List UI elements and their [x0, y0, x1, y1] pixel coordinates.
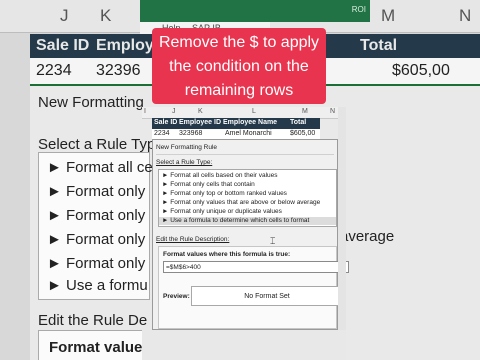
bg-rule-item: ► Format only: [47, 231, 146, 248]
callout-line: Remove the $ to apply: [158, 34, 320, 51]
bg-col-j: J: [60, 6, 69, 25]
bg-hdr-total: Total: [360, 37, 398, 54]
preview-label: Preview:: [163, 293, 190, 300]
cell-sale-id[interactable]: 2234: [154, 130, 170, 137]
bg-rule-item: ► Format all ce: [47, 159, 153, 176]
callout-line: the condition on the: [169, 58, 309, 75]
bg-col-n: N: [459, 6, 472, 25]
instruction-callout: Remove the $ to apply the condition on t…: [152, 28, 326, 104]
formula-input[interactable]: =$M$6>400: [163, 261, 349, 273]
select-rule-type-label: Select a Rule Type:: [156, 159, 213, 166]
table-header-row: Sale ID Employee ID Employee Name Total: [152, 118, 320, 129]
bg-format-values-label: Format values: [49, 339, 151, 356]
cell-employee-id[interactable]: 323968: [179, 130, 202, 137]
bg-cell-employee-id: 32396: [96, 62, 141, 79]
bg-rule-list: ► Format all ce ► Format only ► Format o…: [38, 152, 153, 300]
formula-value[interactable]: =$M$6>400: [166, 264, 201, 271]
preview-box: No Format Set: [191, 286, 343, 306]
callout-line: remaining rows: [184, 82, 294, 99]
preview-text: No Format Set: [244, 293, 290, 300]
col-header-k[interactable]: K: [198, 108, 203, 115]
rule-type-item[interactable]: ► Format only top or bottom ranked value…: [162, 190, 287, 198]
bg-select-rule-type: Select a Rule Typ: [38, 136, 156, 153]
rule-type-item[interactable]: ► Format only cells that contain: [162, 181, 255, 189]
bg-hdr-sale-id: Sale ID: [36, 37, 90, 54]
bg-title-bar: ROI: [140, 0, 370, 22]
bg-col-k: K: [100, 6, 112, 25]
formula-label: Format values where this formula is true…: [163, 251, 291, 258]
col-header-n[interactable]: N: [330, 108, 335, 115]
edit-description-label: Edit the Rule Description:: [156, 236, 230, 243]
bg-average-fragment: average: [340, 228, 395, 245]
header-employee-id[interactable]: Employee ID: [179, 119, 221, 126]
bg-rule-item: ► Format only: [47, 207, 146, 224]
bg-format-values: Format values: [38, 330, 151, 360]
bg-rule-item: ► Format only: [47, 255, 146, 272]
sheet-edge: [338, 107, 346, 330]
header-employee-name[interactable]: Employee Name: [223, 119, 277, 126]
cell-employee-name[interactable]: Amel Monarchi: [225, 130, 272, 137]
col-header-i[interactable]: I: [144, 108, 146, 115]
cell-total[interactable]: $605,00: [290, 130, 315, 137]
col-header-m[interactable]: M: [302, 108, 308, 115]
header-sale-id[interactable]: Sale ID: [154, 119, 177, 126]
dialog-title: New Formatting Rule: [156, 144, 218, 151]
rule-description-panel: Format values where this formula is true…: [158, 246, 349, 329]
col-header-j[interactable]: J: [172, 108, 176, 115]
sheet-bottom: [142, 330, 346, 360]
rule-type-item[interactable]: ► Format only unique or duplicate values: [162, 208, 282, 216]
rule-type-list[interactable]: ► Format all cells based on their values…: [158, 169, 337, 227]
rule-type-item[interactable]: ► Format only values that are above or b…: [162, 199, 320, 207]
bg-edit-description: Edit the Rule De: [38, 312, 148, 329]
bg-cell-total: $605,00: [392, 62, 450, 79]
bg-dialog-title: New Formatting: [38, 94, 144, 111]
bg-cell-sale-id: 2234: [36, 62, 72, 79]
dialog-divider: [156, 154, 334, 155]
new-formatting-rule-dialog: New Formatting Rule Select a Rule Type: …: [152, 139, 349, 330]
bg-col-m: M: [381, 6, 396, 25]
col-header-l[interactable]: L: [252, 108, 256, 115]
bg-title-fragment: ROI: [351, 5, 366, 14]
bg-rule-item: ► Format only: [47, 183, 146, 200]
rule-type-item[interactable]: ► Format all cells based on their values: [162, 172, 278, 180]
bg-rule-item: ► Use a formu: [47, 277, 148, 294]
header-total[interactable]: Total: [290, 119, 306, 126]
rule-type-item-selected[interactable]: ► Use a formula to determine which cells…: [159, 217, 336, 225]
